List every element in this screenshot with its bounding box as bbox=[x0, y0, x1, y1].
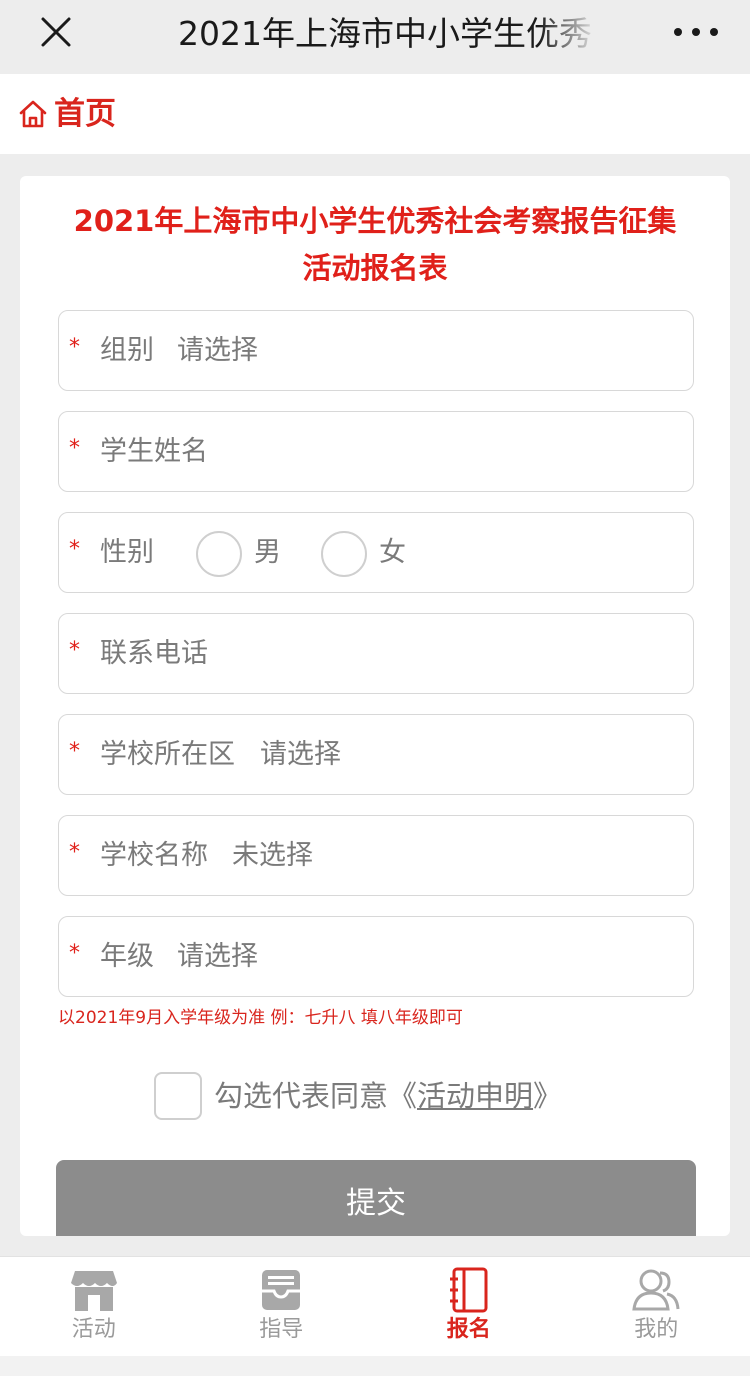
tab-mine[interactable]: 我的 bbox=[563, 1257, 750, 1356]
student-name-field[interactable]: * 学生姓名 bbox=[58, 411, 694, 492]
home-label: 首页 bbox=[54, 96, 116, 132]
group-hint: 请选择 bbox=[177, 335, 258, 366]
close-icon[interactable] bbox=[38, 14, 74, 50]
required-mark: * bbox=[69, 840, 80, 865]
tab-register-label: 报名 bbox=[446, 1317, 491, 1342]
tab-mine-label: 我的 bbox=[634, 1317, 679, 1342]
notebook-icon bbox=[449, 1267, 488, 1313]
gender-field: * 性别 男 女 bbox=[58, 512, 694, 593]
bottom-safe-area bbox=[0, 1356, 750, 1376]
page-title: 2021年上海市中小学生优秀 bbox=[178, 14, 592, 53]
required-mark: * bbox=[69, 436, 80, 461]
gender-label: 性别 bbox=[100, 537, 154, 568]
registration-form-card: 2021年上海市中小学生优秀社会考察报告征集 活动报名表 * 组别 请选择 * … bbox=[20, 176, 730, 1236]
required-mark: * bbox=[69, 739, 80, 764]
school-name-label: 学校名称 bbox=[100, 840, 208, 871]
more-icon[interactable] bbox=[674, 18, 718, 46]
school-name-select[interactable]: * 学校名称 未选择 bbox=[58, 815, 694, 896]
agreement-row: 勾选代表同意《 活动申明 》 bbox=[154, 1072, 562, 1120]
phone-field[interactable]: * 联系电话 bbox=[58, 613, 694, 694]
home-bar: 首页 bbox=[0, 74, 750, 154]
gender-female-label: 女 bbox=[379, 537, 406, 568]
required-mark: * bbox=[69, 941, 80, 966]
school-district-select[interactable]: * 学校所在区 请选择 bbox=[58, 714, 694, 795]
school-name-hint: 未选择 bbox=[232, 840, 313, 871]
gender-female-radio[interactable] bbox=[321, 531, 367, 577]
bottom-tab-bar: 活动 指导 报名 我的 bbox=[0, 1256, 750, 1356]
agree-text-close: 》 bbox=[533, 1079, 563, 1113]
agree-text: 勾选代表同意《 bbox=[214, 1079, 418, 1113]
required-mark: * bbox=[69, 537, 80, 562]
agreement-link[interactable]: 活动申明 bbox=[417, 1076, 533, 1116]
inbox-icon bbox=[262, 1270, 301, 1310]
home-icon bbox=[19, 100, 47, 128]
home-link[interactable]: 首页 bbox=[18, 92, 116, 136]
gender-male-radio[interactable] bbox=[196, 531, 242, 577]
grade-note: 以2021年9月入学年级为准 例：七升八 填八年级即可 bbox=[58, 1008, 463, 1028]
agree-checkbox[interactable] bbox=[154, 1072, 202, 1120]
required-mark: * bbox=[69, 335, 80, 360]
school-district-hint: 请选择 bbox=[260, 739, 341, 770]
group-select[interactable]: * 组别 请选择 bbox=[58, 310, 694, 391]
users-icon bbox=[632, 1269, 680, 1311]
tab-guide[interactable]: 指导 bbox=[188, 1257, 376, 1356]
grade-hint: 请选择 bbox=[177, 941, 258, 972]
tab-register[interactable]: 报名 bbox=[375, 1257, 563, 1356]
grade-select[interactable]: * 年级 请选择 bbox=[58, 916, 694, 997]
form-title: 2021年上海市中小学生优秀社会考察报告征集 活动报名表 bbox=[20, 198, 730, 292]
store-icon bbox=[70, 1271, 117, 1311]
gender-male-label: 男 bbox=[254, 537, 281, 568]
required-mark: * bbox=[69, 638, 80, 663]
form-title-line1: 2021年上海市中小学生优秀社会考察报告征集 bbox=[73, 204, 677, 238]
form-title-line2: 活动报名表 bbox=[302, 251, 448, 285]
tab-guide-label: 指导 bbox=[259, 1317, 304, 1342]
student-name-label: 学生姓名 bbox=[100, 436, 208, 467]
submit-button[interactable]: 提交 bbox=[56, 1160, 696, 1236]
wechat-title-bar: 2021年上海市中小学生优秀 bbox=[0, 0, 750, 74]
tab-activity[interactable]: 活动 bbox=[0, 1257, 188, 1356]
grade-label: 年级 bbox=[100, 941, 154, 972]
school-district-label: 学校所在区 bbox=[100, 739, 235, 770]
phone-label: 联系电话 bbox=[100, 638, 208, 669]
tab-activity-label: 活动 bbox=[71, 1317, 116, 1342]
group-label: 组别 bbox=[100, 335, 154, 366]
